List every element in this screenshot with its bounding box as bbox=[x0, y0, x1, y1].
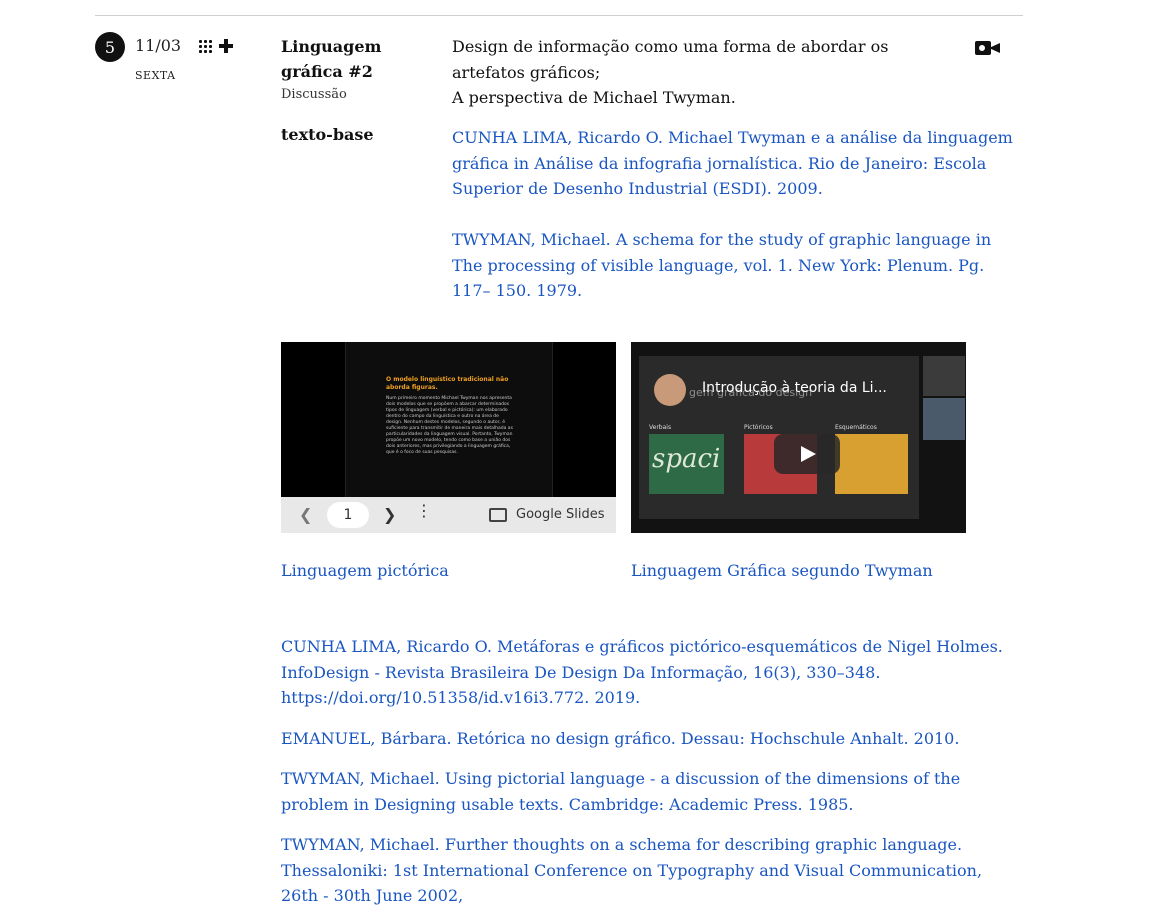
google-slides-brand: Google Slides bbox=[516, 507, 605, 522]
session-number-badge: 5 bbox=[95, 32, 125, 62]
reference-link[interactable]: EMANUEL, Bárbara. Retórica no design grá… bbox=[281, 729, 959, 748]
channel-avatar[interactable] bbox=[654, 374, 686, 406]
participant-video-thumbnail bbox=[923, 398, 965, 440]
google-slides-logo-icon bbox=[489, 508, 507, 522]
slide-title: O modelo linguístico tradicional não abo… bbox=[386, 376, 509, 391]
video-category-label: Verbais bbox=[649, 424, 672, 431]
reference-link[interactable]: TWYMAN, Michael. Using pictorial languag… bbox=[281, 769, 960, 814]
session-description: Design de informação como uma forma de a… bbox=[452, 34, 962, 111]
base-text-label: texto-base bbox=[281, 125, 374, 144]
slides-caption-link[interactable]: Linguagem pictórica bbox=[281, 561, 449, 580]
section-divider bbox=[95, 15, 1023, 16]
session-date: 11/03 bbox=[135, 36, 182, 55]
additional-references: CUNHA LIMA, Ricardo O. Metáforas e gráfi… bbox=[281, 634, 1021, 924]
description-line: Design de informação como uma forma de a… bbox=[452, 37, 889, 82]
chevron-right-icon[interactable]: ❯ bbox=[383, 505, 396, 524]
description-line: A perspectiva de Michael Twyman. bbox=[452, 88, 736, 107]
slides-toolbar: ❮ 1 ❯ ⋮ Google Slides bbox=[281, 497, 616, 533]
participant-video-thumbnail bbox=[923, 356, 965, 396]
base-references: CUNHA LIMA, Ricardo O. Michael Twyman e … bbox=[452, 125, 1022, 329]
play-icon[interactable] bbox=[774, 434, 840, 474]
video-category-label: Pictóricos bbox=[744, 424, 773, 431]
session-number: 5 bbox=[104, 37, 116, 57]
session-title: Linguagem gráfica #2 bbox=[281, 37, 382, 81]
video-caption-link[interactable]: Linguagem Gráfica segundo Twyman bbox=[631, 561, 933, 580]
reference-link[interactable]: CUNHA LIMA, Ricardo O. Michael Twyman e … bbox=[452, 128, 1013, 198]
reference-link[interactable]: TWYMAN, Michael. A schema for the study … bbox=[452, 230, 991, 300]
slide-page-number: 1 bbox=[327, 502, 369, 528]
video-camera-icon[interactable] bbox=[975, 40, 1001, 56]
more-vert-icon[interactable]: ⋮ bbox=[416, 501, 432, 520]
video-frame: gem gráfica do design Introdução à teori… bbox=[639, 356, 919, 519]
plus-icon[interactable] bbox=[219, 39, 233, 53]
google-slides-embed[interactable]: O modelo linguístico tradicional não abo… bbox=[281, 342, 616, 533]
reference-link[interactable]: TWYMAN, Michael. Further thoughts on a s… bbox=[281, 835, 982, 905]
session-type: Discussão bbox=[281, 87, 347, 102]
video-category-label: Esquemáticos bbox=[835, 424, 877, 431]
reference-link[interactable]: CUNHA LIMA, Ricardo O. Metáforas e gráfi… bbox=[281, 637, 1003, 707]
slide-preview: O modelo linguístico tradicional não abo… bbox=[345, 342, 553, 497]
slide-text: Num primeiro momento Michael Twyman nos … bbox=[386, 396, 513, 455]
video-title[interactable]: Introdução à teoria da Li... bbox=[702, 380, 887, 396]
youtube-video-embed[interactable]: gem gráfica do design Introdução à teori… bbox=[631, 342, 966, 533]
session-weekday: SEXTA bbox=[135, 69, 176, 82]
verbal-example-image: spaci bbox=[649, 434, 724, 494]
chevron-left-icon[interactable]: ❮ bbox=[299, 505, 312, 524]
schematic-example-image bbox=[835, 434, 908, 494]
